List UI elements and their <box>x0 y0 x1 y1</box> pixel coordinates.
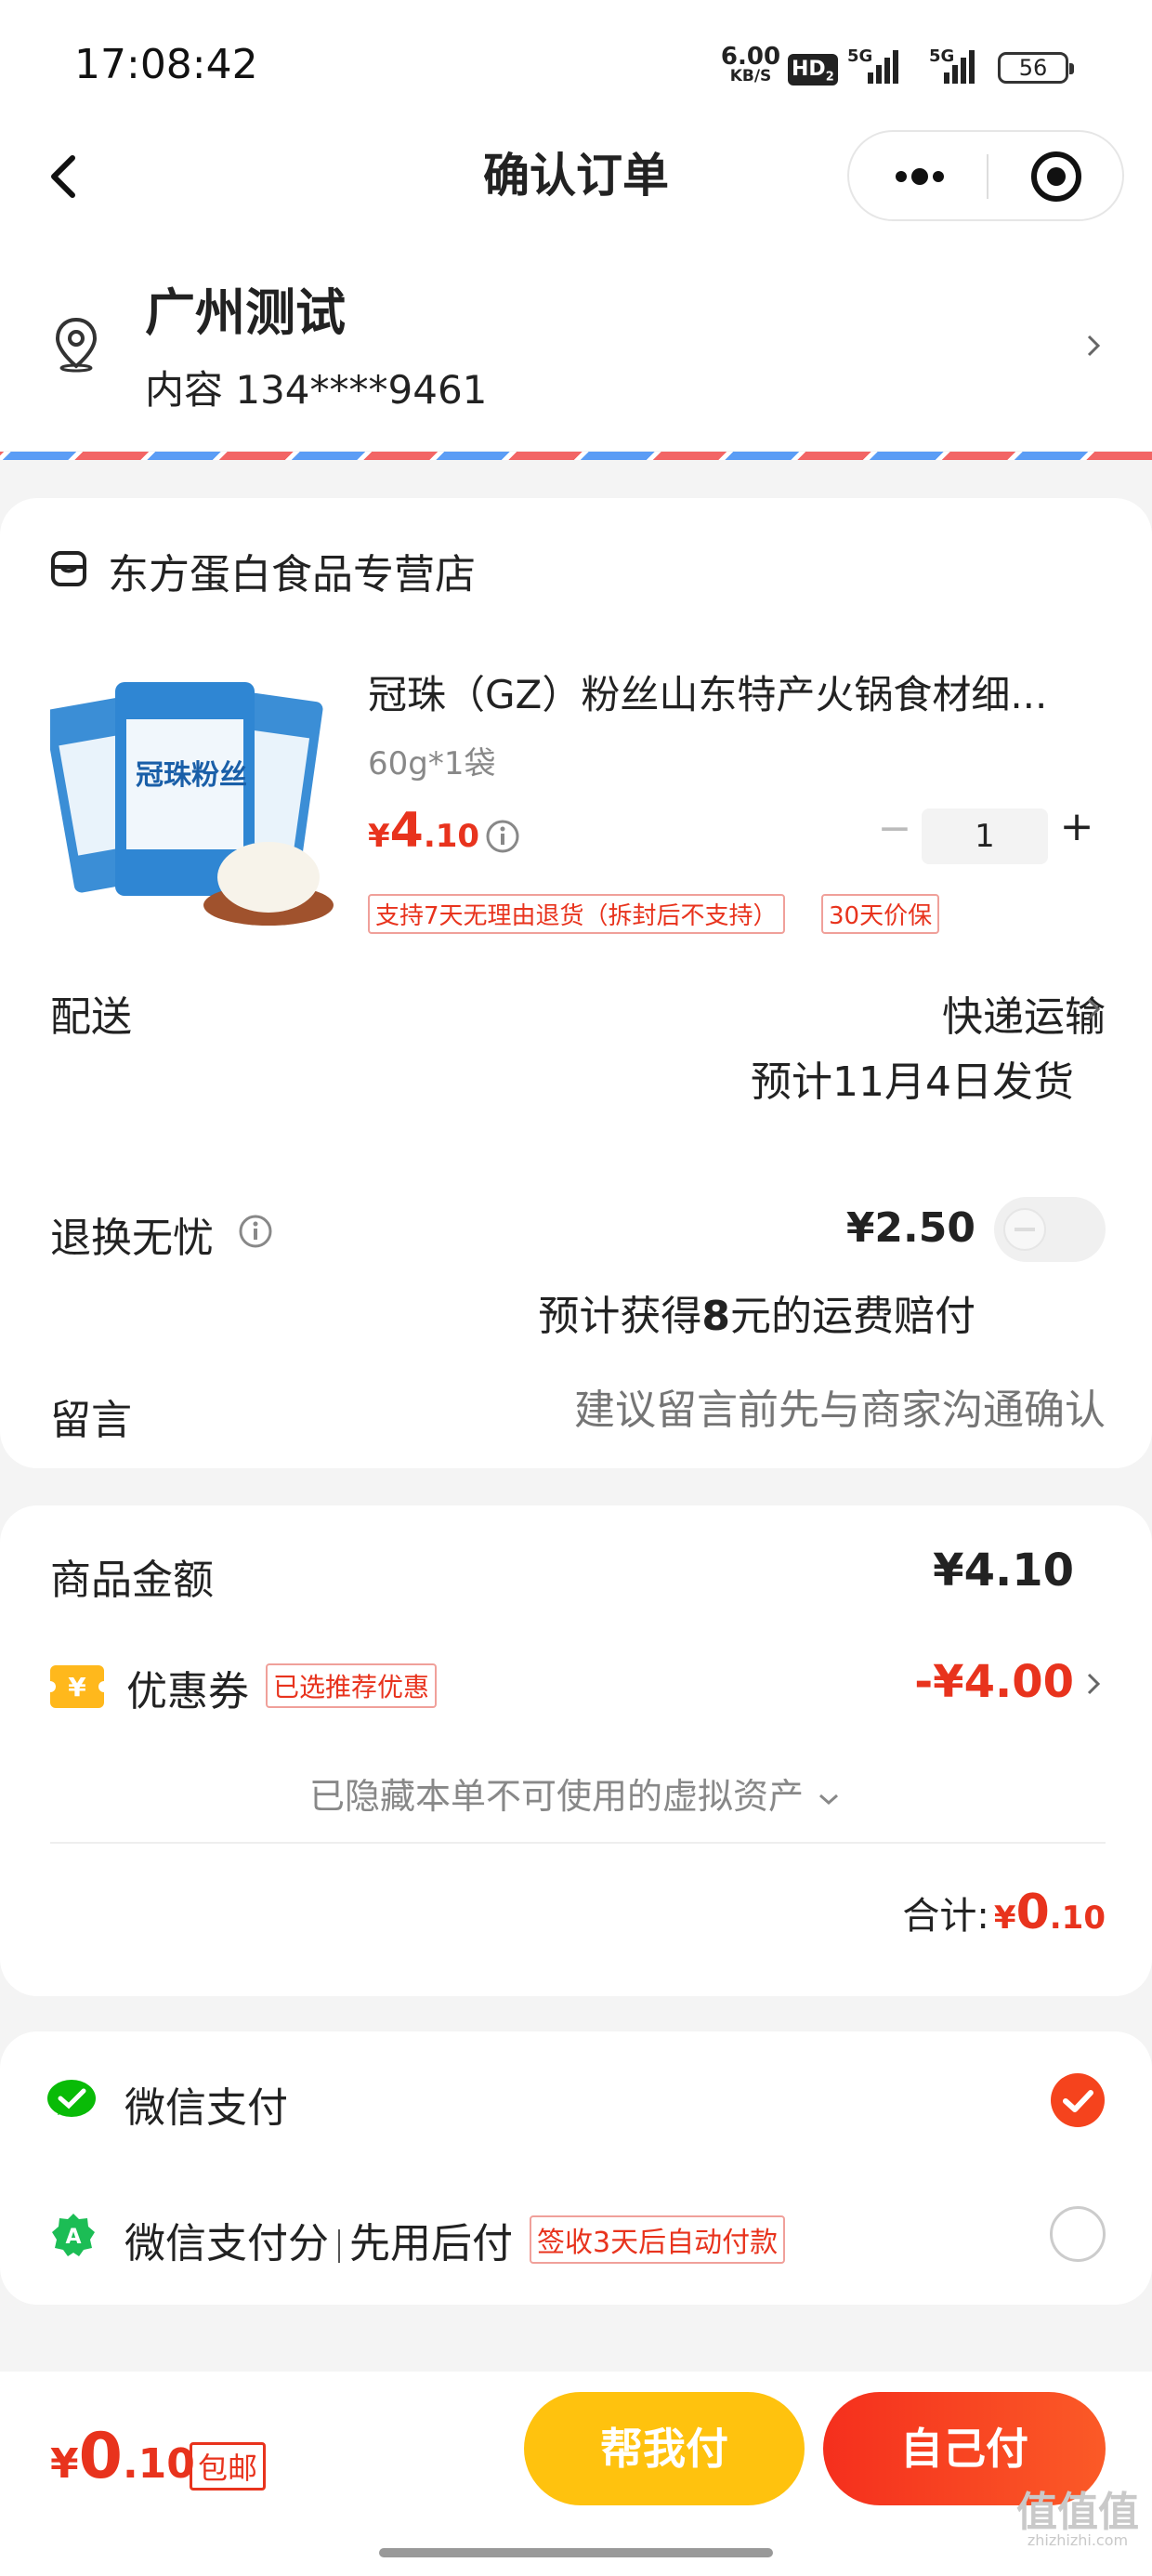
signal-icon: 5G <box>923 46 979 87</box>
quantity-plus-button[interactable]: + <box>1054 803 1100 850</box>
svg-text:冠珠粉丝: 冠珠粉丝 <box>136 759 247 792</box>
info-icon[interactable] <box>238 1214 273 1249</box>
recipient-name: 广州测试 <box>145 283 346 342</box>
help-pay-button[interactable]: 帮我付 <box>524 2392 805 2505</box>
nav-bar: 确认订单 <box>0 130 1152 260</box>
product-title[interactable]: 冠珠（GZ）粉丝山东特产火锅食材细... <box>368 664 1102 720</box>
chevron-right-icon[interactable] <box>1081 1665 1107 1706</box>
radio-unchecked-icon[interactable] <box>1050 2206 1106 2262</box>
more-button[interactable] <box>868 141 970 210</box>
coupon-badge: 已选推荐优惠 <box>266 1663 438 1708</box>
payment-card: 微信支付 A 微信支付分 先用后付 签收3天后自动付款 <box>0 2031 1152 2305</box>
pay-later-icon: A <box>50 2212 97 2258</box>
coupon-label: 优惠券 <box>126 1668 249 1715</box>
payment-option-pay-later[interactable]: A 微信支付分 先用后付 签收3天后自动付款 <box>0 2169 1152 2305</box>
envelope-stripe <box>0 452 1152 460</box>
return-insurance-label: 退换无忧 <box>50 1215 214 1262</box>
close-miniprogram-button[interactable] <box>1005 141 1107 210</box>
product-price: ¥4.10 <box>368 803 480 859</box>
return-policy-tag: 支持7天无理由退货（拆封后不支持） <box>368 894 785 934</box>
hd-icon: HD2 <box>788 54 838 85</box>
delivery-eta: 预计11月4日发货 <box>751 1058 1074 1106</box>
radio-checked-icon[interactable] <box>1050 2072 1106 2128</box>
summary-card: 商品金额 ¥4.10 ¥ 优惠券 已选推荐优惠 -¥4.00 已隐藏本单不可使用… <box>0 1505 1152 1996</box>
capsule-menu <box>847 130 1124 221</box>
net-speed: 6.00 KB/S <box>720 43 781 85</box>
chevron-down-icon <box>819 1794 839 1805</box>
recipient-phone: 内容 134****9461 <box>145 367 488 413</box>
price-protect-tag: 30天价保 <box>821 894 940 934</box>
payment-option-wechat[interactable]: 微信支付 <box>0 2031 1152 2169</box>
wechat-pay-label: 微信支付 <box>124 2084 288 2132</box>
delivery-method[interactable]: 快递运输 <box>706 983 1106 1043</box>
divider <box>50 1842 1106 1844</box>
chevron-right-icon <box>1081 327 1107 368</box>
bottom-total: ¥0.10 <box>50 2420 195 2493</box>
return-insurance-toggle[interactable] <box>994 1197 1106 1262</box>
pay-later-label: 微信支付分 先用后付 <box>124 2220 513 2267</box>
signal-icon: 5G <box>847 46 903 87</box>
status-bar: 17:08:42 6.00 KB/S HD2 5G 5G 56 <box>0 0 1152 130</box>
location-icon <box>52 316 100 374</box>
hidden-assets-toggle[interactable]: 已隐藏本单不可使用的虚拟资产 <box>0 1768 1152 1819</box>
store-name[interactable]: 东方蛋白食品专营店 <box>108 541 476 600</box>
pay-later-badge: 签收3天后自动付款 <box>530 2215 786 2264</box>
store-icon <box>50 550 87 587</box>
coupon-value[interactable]: -¥4.00 <box>818 1656 1074 1708</box>
store-card: 东方蛋白食品专营店 冠珠粉丝 冠珠（GZ）粉丝山东特产火锅食材细... 60g*… <box>0 498 1152 1468</box>
delivery-label: 配送 <box>50 993 132 1041</box>
free-shipping-badge: 包邮 <box>190 2442 267 2491</box>
capsule-divider <box>987 154 988 199</box>
product-image[interactable]: 冠珠粉丝 <box>50 654 338 942</box>
target-icon <box>1031 151 1081 202</box>
svg-text:¥: ¥ <box>68 1672 86 1702</box>
status-time: 17:08:42 <box>74 41 258 88</box>
product-spec: 60g*1袋 <box>368 745 496 782</box>
quantity-value[interactable]: 1 <box>922 808 1048 864</box>
goods-amount-value: ¥4.10 <box>933 1544 1074 1597</box>
address-section[interactable]: 广州测试 内容 134****9461 <box>0 260 1152 460</box>
quantity-minus-button[interactable]: − <box>871 805 918 852</box>
watermark: 值值值 zhizhizhi.com <box>1016 2489 1139 2549</box>
bottom-bar: ¥0.10 包邮 帮我付 自己付 值值值 zhizhizhi.com <box>0 2372 1152 2576</box>
total-row: 合计: ¥0.10 <box>902 1885 1106 1940</box>
message-input[interactable] <box>409 1377 1106 1442</box>
battery-icon: 56 <box>998 52 1074 84</box>
return-insurance-note: 预计获得8元的运费赔付 <box>538 1293 975 1340</box>
svg-text:A: A <box>65 2226 81 2249</box>
more-icon <box>896 168 944 185</box>
chevron-right-icon <box>1081 991 1107 1032</box>
return-insurance-price: ¥2.50 <box>845 1204 975 1252</box>
home-indicator <box>379 2548 773 2557</box>
message-label: 留言 <box>50 1397 132 1444</box>
info-icon[interactable] <box>485 819 520 854</box>
goods-amount-label: 商品金额 <box>50 1557 214 1604</box>
wechat-pay-icon <box>46 2078 97 2121</box>
coupon-icon: ¥ <box>45 1665 110 1708</box>
